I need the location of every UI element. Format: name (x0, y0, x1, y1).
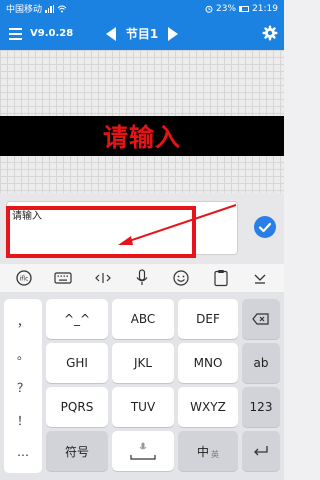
emoji-icon[interactable] (170, 267, 192, 289)
microphone-icon[interactable] (131, 267, 153, 289)
status-bar: 中国移动 23% 21:19 (0, 0, 284, 17)
backspace-icon (252, 313, 269, 325)
punct-key[interactable]: ？ (17, 379, 29, 396)
clock: 21:19 (252, 3, 278, 14)
language-label: 中 (196, 444, 209, 459)
switch-english-key[interactable]: ab (242, 343, 280, 383)
key-wxyz[interactable]: WXYZ (178, 387, 238, 427)
delete-key[interactable] (242, 299, 280, 339)
check-icon (258, 222, 272, 233)
key-def[interactable]: DEF (178, 299, 238, 339)
key-pqrs[interactable]: PQRS (46, 387, 108, 427)
next-icon[interactable] (168, 26, 179, 41)
battery-percent: 23% (216, 3, 237, 14)
punct-key[interactable]: ！ (17, 412, 29, 429)
led-text: 请输入 (102, 123, 181, 152)
prev-icon[interactable] (105, 26, 116, 41)
key-1[interactable]: ^_^ (46, 299, 108, 339)
program-title[interactable]: 节目1 (126, 25, 158, 42)
space-key[interactable] (112, 431, 174, 471)
punct-key[interactable]: 。 (17, 346, 29, 363)
led-screen: 请输入 (0, 116, 284, 156)
punctuation-column[interactable]: ， 。 ？ ！ … (4, 299, 42, 473)
space-icon (130, 455, 156, 460)
menu-icon[interactable] (2, 17, 28, 50)
confirm-button[interactable] (254, 216, 276, 238)
wifi-icon (57, 5, 67, 12)
ime-logo-icon[interactable]: iflc (13, 267, 35, 289)
punct-key[interactable]: … (17, 445, 29, 459)
clipboard-icon[interactable] (210, 267, 232, 289)
switch-number-key[interactable]: 123 (242, 387, 280, 427)
key-mno[interactable]: MNO (178, 343, 238, 383)
punct-key[interactable]: ， (17, 313, 29, 330)
key-tuv[interactable]: TUV (112, 387, 174, 427)
text-input-value: 请输入 (12, 211, 42, 222)
keyboard-icon[interactable] (52, 267, 74, 289)
enter-icon (254, 446, 268, 456)
cursor-move-icon[interactable] (92, 267, 114, 289)
microphone-icon (139, 442, 147, 450)
app-bar: V9.0.28 节目1 (0, 17, 284, 50)
key-jkl[interactable]: JKL (112, 343, 174, 383)
app-version: V9.0.28 (30, 28, 74, 39)
battery-icon (239, 5, 250, 12)
input-area: 请输入 (0, 193, 284, 264)
carrier-label: 中国移动 (6, 5, 43, 15)
language-toggle-key[interactable]: 中英 (178, 431, 238, 471)
symbols-key[interactable]: 符号 (46, 431, 108, 471)
key-ghi[interactable]: GHI (46, 343, 108, 383)
hide-keyboard-icon[interactable] (249, 267, 271, 289)
alarm-icon (205, 5, 213, 13)
key-abc[interactable]: ABC (112, 299, 174, 339)
signal-icon (45, 4, 55, 13)
svg-text:iflc: iflc (19, 276, 28, 283)
text-input[interactable]: 请输入 (6, 201, 238, 255)
keyboard-toolbar: iflc (0, 264, 284, 293)
enter-key[interactable] (242, 431, 280, 471)
led-preview-canvas[interactable]: 请输入 (0, 50, 284, 193)
gear-icon[interactable] (262, 25, 278, 41)
t9-keyboard: ， 。 ？ ！ … ^_^ ABC DEF GHI JKL MNO ab PQR… (0, 293, 284, 480)
language-sub-label: 英 (211, 449, 219, 459)
